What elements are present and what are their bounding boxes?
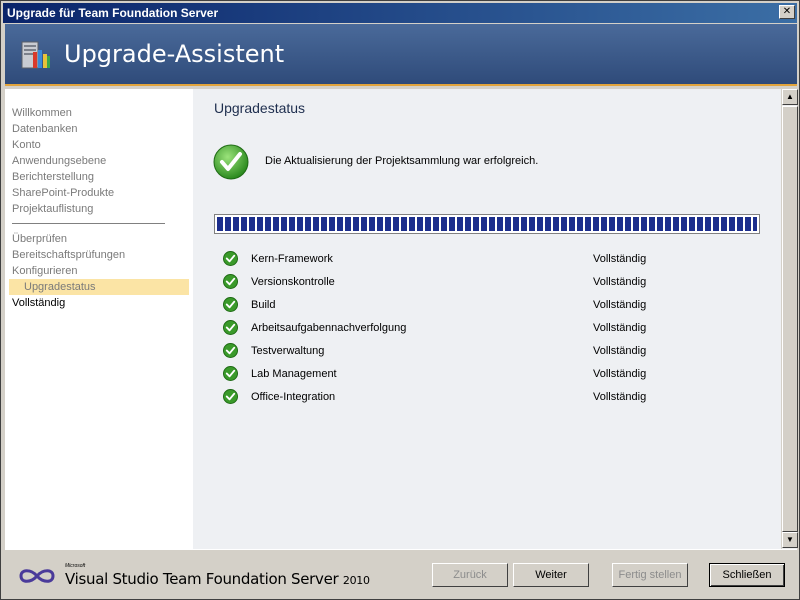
back-button[interactable]: Zurück	[432, 563, 508, 587]
main-panel: Upgradestatus Die Aktualisierung der Pro…	[193, 89, 781, 549]
step-status: Vollständig	[593, 253, 647, 265]
step-status: Vollständig	[593, 322, 647, 334]
step-name: Versionskontrolle	[251, 276, 335, 288]
nav-item-ueberpruefen[interactable]: Überprüfen	[12, 232, 67, 246]
step-name: Testverwaltung	[251, 345, 325, 357]
nav-item-datenbanken[interactable]: Datenbanken	[12, 122, 77, 136]
server-tools-icon	[21, 41, 50, 69]
step-status: Vollständig	[593, 276, 647, 288]
success-check-icon	[213, 144, 249, 180]
step-status: Vollständig	[593, 299, 647, 311]
success-message: Die Aktualisierung der Projektsammlung w…	[265, 155, 539, 167]
step-status: Vollständig	[593, 368, 647, 380]
step-name: Kern-Framework	[251, 253, 333, 265]
nav-item-berichterstellung[interactable]: Berichterstellung	[12, 170, 94, 184]
nav-divider	[12, 223, 165, 224]
vertical-scrollbar[interactable]: ▲ ▼	[781, 89, 798, 549]
step-status: Vollständig	[593, 391, 647, 403]
wizard-header: Upgrade-Assistent	[5, 24, 797, 86]
wizard-footer: Microsoft Visual Studio Team Foundation …	[5, 549, 797, 597]
step-name: Lab Management	[251, 368, 337, 380]
step-name: Office-Integration	[251, 391, 336, 403]
step-complete-icon	[223, 251, 238, 266]
next-button[interactable]: Weiter	[513, 563, 589, 587]
step-status: Vollständig	[593, 345, 647, 357]
wizard-window: Upgrade für Team Foundation Server ✕ Upg…	[0, 0, 800, 600]
close-window-button[interactable]: ✕	[779, 5, 795, 19]
step-row: Arbeitsaufgabennachverfolgung Vollständig	[223, 320, 703, 336]
logo-vendor: Microsoft	[65, 563, 86, 569]
title-bar: Upgrade für Team Foundation Server ✕	[3, 3, 797, 23]
nav-item-sharepoint-produkte[interactable]: SharePoint-Produkte	[12, 186, 114, 200]
progress-fill	[217, 217, 757, 231]
page-title: Upgradestatus	[214, 100, 306, 116]
nav-item-bereitschaftspruefungen[interactable]: Bereitschaftsprüfungen	[12, 248, 125, 262]
logo-product-name: Visual Studio Team Foundation Server	[65, 570, 339, 588]
wizard-nav: Willkommen Datenbanken Konto Anwendungse…	[5, 89, 193, 549]
upgrade-progress-bar	[214, 214, 760, 234]
nav-item-konto[interactable]: Konto	[12, 138, 41, 152]
nav-item-projektauflistung[interactable]: Projektauflistung	[12, 202, 93, 216]
step-row: Lab Management Vollständig	[223, 366, 703, 382]
step-complete-icon	[223, 343, 238, 358]
step-name: Build	[251, 299, 276, 311]
logo-product: Visual Studio Team Foundation Server 201…	[65, 570, 370, 588]
window-title: Upgrade für Team Foundation Server	[7, 6, 219, 20]
step-complete-icon	[223, 366, 238, 381]
step-name: Arbeitsaufgabennachverfolgung	[251, 322, 407, 334]
step-complete-icon	[223, 320, 238, 335]
step-row: Versionskontrolle Vollständig	[223, 274, 703, 290]
logo-year: 2010	[342, 574, 370, 587]
step-row: Testverwaltung Vollständig	[223, 343, 703, 359]
step-complete-icon	[223, 389, 238, 404]
wizard-title: Upgrade-Assistent	[64, 40, 285, 68]
nav-item-upgradestatus[interactable]: Upgradestatus	[24, 280, 96, 294]
close-button[interactable]: Schließen	[709, 563, 785, 587]
step-complete-icon	[223, 274, 238, 289]
scroll-down-button[interactable]: ▼	[782, 532, 798, 548]
scroll-up-button[interactable]: ▲	[782, 89, 798, 105]
nav-item-anwendungsebene[interactable]: Anwendungsebene	[12, 154, 106, 168]
nav-item-vollstaendig[interactable]: Vollständig	[12, 296, 65, 310]
finish-button[interactable]: Fertig stellen	[612, 563, 688, 587]
nav-item-konfigurieren[interactable]: Konfigurieren	[12, 264, 77, 278]
step-row: Kern-Framework Vollständig	[223, 251, 703, 267]
nav-item-willkommen[interactable]: Willkommen	[12, 106, 72, 120]
step-row: Build Vollständig	[223, 297, 703, 313]
step-row: Office-Integration Vollständig	[223, 389, 703, 405]
step-complete-icon	[223, 297, 238, 312]
scroll-thumb[interactable]	[782, 106, 798, 532]
infinity-logo-icon	[19, 569, 55, 583]
